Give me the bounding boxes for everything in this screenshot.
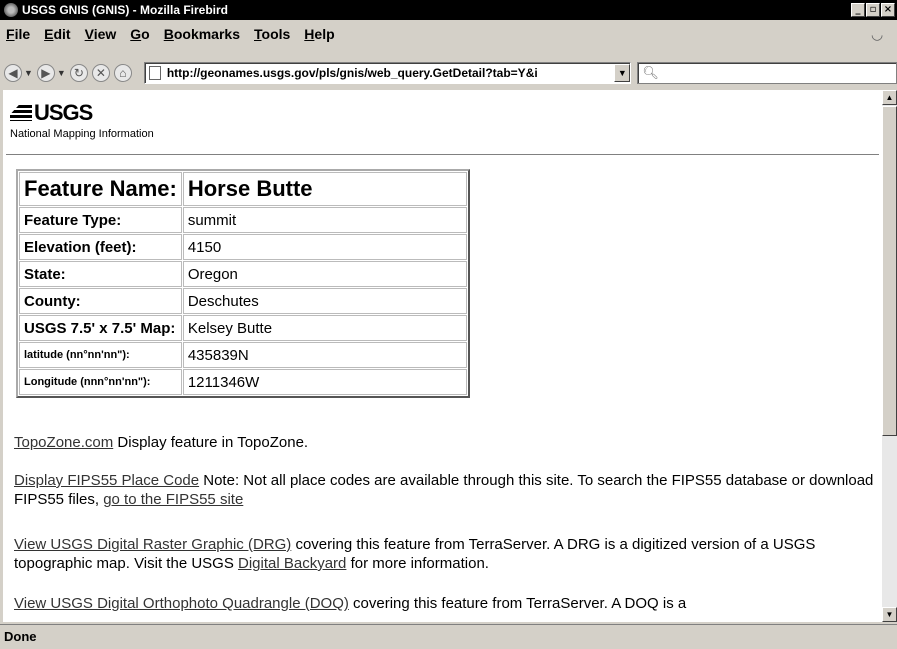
table-row: USGS 7.5' x 7.5' Map: Kelsey Butte	[19, 315, 467, 341]
usgs-logo: USGS National Mapping Information	[10, 100, 154, 140]
menu-go[interactable]: Go	[130, 26, 149, 42]
forward-button[interactable]: ▶ ▼	[36, 62, 66, 84]
stop-icon: ✕	[91, 64, 110, 82]
menu-view[interactable]: View	[85, 26, 117, 42]
row-value: 435839N	[182, 342, 467, 368]
reload-icon: ↻	[69, 64, 88, 82]
logo-text: USGS	[34, 100, 93, 125]
window-controls: _ ▫ ×	[851, 3, 895, 17]
logo-subtitle: National Mapping Information	[10, 128, 154, 140]
usgs-waves-icon	[10, 105, 32, 121]
firebird-app-icon	[4, 3, 18, 17]
table-row: County: Deschutes	[19, 288, 467, 314]
home-button[interactable]: ⌂	[113, 62, 132, 84]
table-row: State: Oregon	[19, 261, 467, 287]
forward-dropdown-icon[interactable]: ▼	[57, 68, 66, 78]
topozone-link[interactable]: TopoZone.com	[14, 434, 113, 451]
back-button[interactable]: ◀ ▼	[4, 62, 33, 84]
feature-name-value: Horse Butte	[182, 172, 467, 206]
title-bar[interactable]: USGS GNIS (GNIS) - Mozilla Firebird _ ▫ …	[0, 0, 897, 20]
row-value: 4150	[182, 234, 467, 260]
home-icon: ⌂	[113, 64, 132, 82]
scroll-up-arrow-icon[interactable]: ▲	[882, 90, 897, 105]
topozone-text: Display feature in TopoZone.	[113, 434, 309, 451]
throbber-icon: ◡	[871, 26, 884, 42]
menu-help[interactable]: Help	[304, 26, 334, 42]
back-dropdown-icon[interactable]: ▼	[24, 68, 33, 78]
reload-button[interactable]: ↻	[69, 62, 88, 84]
window-title: USGS GNIS (GNIS) - Mozilla Firebird	[22, 3, 229, 17]
maximize-button[interactable]: ▫	[866, 3, 880, 17]
search-icon: 🔍︎	[642, 65, 659, 80]
vertical-scrollbar[interactable]: ▲ ▼	[882, 90, 897, 622]
page-icon	[148, 66, 161, 80]
row-value: 1211346W	[182, 369, 467, 395]
table-row: Elevation (feet): 4150	[19, 234, 467, 260]
row-value: Deschutes	[182, 288, 467, 314]
digital-backyard-link[interactable]: Digital Backyard	[238, 555, 346, 572]
stop-button[interactable]: ✕	[91, 62, 110, 84]
row-value: summit	[182, 207, 467, 233]
drg-link[interactable]: View USGS Digital Raster Graphic (DRG)	[14, 536, 291, 553]
close-button[interactable]: ×	[881, 3, 895, 17]
navigation-toolbar: ◀ ▼ ▶ ▼ ↻ ✕ ⌂ http://geonames.usgs.gov/p…	[0, 60, 897, 86]
menu-edit[interactable]: Edit	[44, 26, 70, 42]
fips-paragraph: Display FIPS55 Place Code Note: Not all …	[14, 471, 874, 509]
page-content: USGS National Mapping Information Featur…	[3, 90, 882, 622]
table-row: latitude (nn°nn'nn"): 435839N	[19, 342, 467, 368]
row-label: Elevation (feet):	[19, 234, 182, 260]
feature-name-label: Feature Name:	[19, 172, 182, 206]
menu-bookmarks[interactable]: Bookmarks	[164, 26, 240, 42]
doq-link[interactable]: View USGS Digital Orthophoto Quadrangle …	[14, 595, 349, 612]
doq-text: covering this feature from TerraServer. …	[348, 595, 687, 612]
status-bar: Done	[0, 624, 897, 649]
feature-details-table: Feature Name: Horse Butte Feature Type: …	[16, 169, 470, 398]
drg-paragraph: View USGS Digital Raster Graphic (DRG) c…	[14, 535, 874, 573]
url-text[interactable]: http://geonames.usgs.gov/pls/gnis/web_qu…	[167, 66, 615, 80]
url-history-dropdown[interactable]: ▼	[614, 64, 631, 82]
header-divider	[6, 154, 879, 156]
row-label: latitude (nn°nn'nn"):	[19, 342, 182, 368]
row-label: Longitude (nnn°nn'nn"):	[19, 369, 182, 395]
row-label: County:	[19, 288, 182, 314]
minimize-button[interactable]: _	[851, 3, 865, 17]
fips-place-code-link[interactable]: Display FIPS55 Place Code	[14, 472, 199, 489]
row-label: Feature Type:	[19, 207, 182, 233]
table-row: Longitude (nnn°nn'nn"): 1211346W	[19, 369, 467, 395]
table-row: Feature Type: summit	[19, 207, 467, 233]
url-bar[interactable]: http://geonames.usgs.gov/pls/gnis/web_qu…	[143, 62, 632, 84]
status-text: Done	[4, 629, 37, 644]
row-value: Kelsey Butte	[182, 315, 467, 341]
row-label: USGS 7.5' x 7.5' Map:	[19, 315, 182, 341]
scroll-down-arrow-icon[interactable]: ▼	[882, 607, 897, 622]
scrollbar-thumb[interactable]	[882, 106, 897, 436]
back-arrow-icon: ◀	[4, 64, 22, 82]
feature-name-row: Feature Name: Horse Butte	[19, 172, 467, 206]
search-box[interactable]: 🔍︎	[637, 62, 897, 84]
fips-site-link[interactable]: go to the FIPS55 site	[103, 491, 243, 508]
row-value: Oregon	[182, 261, 467, 287]
forward-arrow-icon: ▶	[36, 64, 55, 82]
menu-bar: File Edit View Go Bookmarks Tools Help	[0, 21, 897, 47]
browser-window: USGS GNIS (GNIS) - Mozilla Firebird _ ▫ …	[0, 0, 897, 649]
menu-tools[interactable]: Tools	[254, 26, 290, 42]
menu-file[interactable]: File	[6, 26, 30, 42]
usgs-logo-mark: USGS	[10, 100, 154, 126]
row-label: State:	[19, 261, 182, 287]
doq-paragraph: View USGS Digital Orthophoto Quadrangle …	[14, 594, 874, 613]
drg-text-end: for more information.	[346, 555, 489, 572]
topozone-paragraph: TopoZone.com Display feature in TopoZone…	[14, 433, 874, 452]
